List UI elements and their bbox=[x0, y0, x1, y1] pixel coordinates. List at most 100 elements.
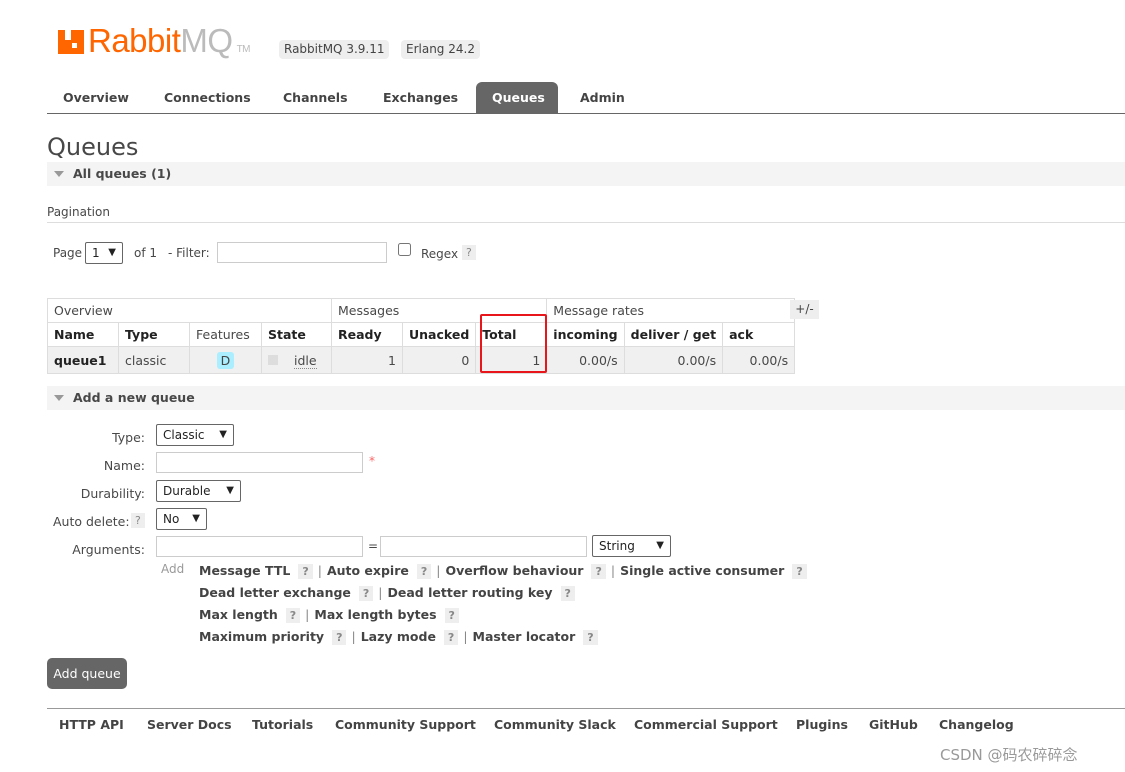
col-ack[interactable]: ack bbox=[722, 322, 796, 347]
table-row[interactable]: queue1 classic D idle 1 0 1 0.00/s 0.00/… bbox=[47, 346, 796, 374]
argument-shortcut-link[interactable]: Overflow behaviour bbox=[445, 563, 583, 578]
auto-delete-help-icon[interactable]: ? bbox=[131, 513, 145, 528]
queues-table: Overview Messages Message rates Name Typ… bbox=[47, 298, 796, 374]
separator: | bbox=[463, 629, 468, 644]
col-features: Features bbox=[189, 322, 262, 347]
separator: | bbox=[351, 629, 356, 644]
queue-name-input[interactable] bbox=[156, 452, 363, 473]
footer-link-github[interactable]: GitHub bbox=[869, 717, 918, 732]
tab-channels[interactable]: Channels bbox=[267, 82, 364, 113]
queue-type-select[interactable]: Classic ▼ bbox=[156, 424, 234, 446]
help-icon[interactable]: ? bbox=[792, 564, 807, 579]
help-icon[interactable]: ? bbox=[444, 608, 459, 623]
watermark: CSDN @码农碎碎念 bbox=[940, 746, 1078, 764]
col-unacked[interactable]: Unacked bbox=[401, 322, 477, 347]
footer-link-tutorials[interactable]: Tutorials bbox=[252, 717, 313, 732]
footer-link-community-support[interactable]: Community Support bbox=[335, 717, 476, 732]
argument-type-select[interactable]: String ▼ bbox=[592, 535, 671, 557]
argument-key-input[interactable] bbox=[156, 536, 363, 557]
queue-type: classic bbox=[118, 346, 190, 374]
footer-divider bbox=[47, 708, 1125, 709]
help-icon[interactable]: ? bbox=[332, 630, 347, 645]
all-queues-section-toggle[interactable]: All queues (1) bbox=[47, 162, 1125, 186]
argument-shortcut-link[interactable]: Master locator bbox=[473, 629, 576, 644]
col-deliver-get[interactable]: deliver / get bbox=[623, 322, 724, 347]
argument-shortcut-link[interactable]: Lazy mode bbox=[361, 629, 436, 644]
chevron-down-icon: ▼ bbox=[656, 540, 664, 551]
argument-shortcut-link[interactable]: Max length bytes bbox=[314, 607, 436, 622]
argument-shortcuts-line: Dead letter exchange? | Dead letter routin… bbox=[199, 585, 575, 601]
col-type[interactable]: Type bbox=[118, 322, 190, 347]
help-icon[interactable]: ? bbox=[443, 630, 459, 645]
argument-shortcut-link[interactable]: Maximum priority bbox=[199, 629, 324, 644]
equals-sign: = bbox=[368, 539, 379, 553]
help-icon[interactable]: ? bbox=[560, 586, 575, 601]
help-icon[interactable]: ? bbox=[416, 564, 432, 579]
add-queue-button[interactable]: Add queue bbox=[47, 658, 127, 689]
regex-help-icon[interactable]: ? bbox=[462, 245, 476, 260]
ready-count: 1 bbox=[331, 346, 403, 374]
page-select[interactable]: 1 ▼ bbox=[85, 242, 123, 264]
table-column-header: Name Type Features State Ready Unacked T… bbox=[47, 322, 796, 347]
columns-toggle-button[interactable]: +/- bbox=[790, 300, 819, 319]
tabs-divider bbox=[47, 113, 1125, 114]
argument-shortcuts-line: Maximum priority? | Lazy mode? | Master loca… bbox=[199, 629, 598, 645]
filter-label: - Filter: bbox=[168, 246, 210, 260]
argument-shortcuts-line: Max length? | Max length bytes? bbox=[199, 607, 459, 623]
tab-connections[interactable]: Connections bbox=[148, 82, 267, 113]
argument-shortcut-link[interactable]: Auto expire bbox=[327, 563, 409, 578]
collapse-triangle-icon bbox=[54, 395, 64, 401]
erlang-badge: Erlang 24.2 bbox=[401, 40, 480, 59]
col-incoming[interactable]: incoming bbox=[546, 322, 625, 347]
footer-link-http-api[interactable]: HTTP API bbox=[59, 717, 124, 732]
auto-delete-select[interactable]: No ▼ bbox=[156, 508, 207, 530]
argument-shortcut-link[interactable]: Message TTL bbox=[199, 563, 290, 578]
argument-value-input[interactable] bbox=[380, 536, 587, 557]
chevron-down-icon: ▼ bbox=[219, 429, 227, 440]
help-icon[interactable]: ? bbox=[285, 608, 301, 623]
pagination-label: Pagination bbox=[47, 205, 110, 219]
collapse-triangle-icon bbox=[54, 171, 64, 177]
argument-shortcut-link[interactable]: Dead letter exchange bbox=[199, 585, 351, 600]
argument-shortcut-link[interactable]: Single active consumer bbox=[620, 563, 784, 578]
footer-link-changelog[interactable]: Changelog bbox=[939, 717, 1014, 732]
help-icon[interactable]: ? bbox=[358, 586, 374, 601]
argument-shortcut-link[interactable]: Max length bbox=[199, 607, 278, 622]
pagination-divider bbox=[47, 222, 1125, 223]
footer-link-server-docs[interactable]: Server Docs bbox=[147, 717, 232, 732]
tab-queues[interactable]: Queues bbox=[476, 82, 558, 113]
tab-admin[interactable]: Admin bbox=[564, 82, 641, 113]
tab-exchanges[interactable]: Exchanges bbox=[367, 82, 474, 113]
rabbitmq-logo: RabbitMQ TM bbox=[58, 22, 251, 60]
footer-link-community-slack[interactable]: Community Slack bbox=[494, 717, 616, 732]
durability-select[interactable]: Durable ▼ bbox=[156, 480, 241, 502]
regex-checkbox[interactable] bbox=[398, 243, 411, 256]
page-title: Queues bbox=[47, 133, 139, 161]
chevron-down-icon: ▼ bbox=[226, 485, 234, 496]
chevron-down-icon: ▼ bbox=[192, 513, 200, 524]
help-icon[interactable]: ? bbox=[583, 630, 598, 645]
group-overview: Overview bbox=[47, 298, 332, 323]
add-queue-section-toggle[interactable]: Add a new queue bbox=[47, 386, 1125, 410]
arguments-label: Arguments: bbox=[72, 542, 145, 557]
help-icon[interactable]: ? bbox=[298, 564, 313, 579]
highlight-box bbox=[480, 314, 547, 373]
group-message-rates: Message rates bbox=[546, 298, 796, 323]
page-count: of 1 bbox=[134, 246, 158, 260]
filter-input[interactable] bbox=[217, 242, 387, 263]
regex-label: Regex bbox=[421, 247, 459, 261]
col-state[interactable]: State bbox=[261, 322, 332, 347]
argument-shortcut-link[interactable]: Dead letter routing key bbox=[388, 585, 553, 600]
help-icon[interactable]: ? bbox=[591, 564, 606, 579]
tab-overview[interactable]: Overview bbox=[47, 82, 145, 113]
state-indicator-icon bbox=[268, 354, 278, 365]
footer-link-plugins[interactable]: Plugins bbox=[796, 717, 848, 732]
separator: | bbox=[610, 563, 616, 578]
col-ready[interactable]: Ready bbox=[331, 322, 403, 347]
col-name[interactable]: Name bbox=[47, 322, 119, 347]
add-argument-link[interactable]: Add bbox=[161, 562, 184, 576]
footer-link-commercial-support[interactable]: Commercial Support bbox=[634, 717, 778, 732]
durable-feature-badge: D bbox=[216, 351, 235, 369]
queue-state: idle bbox=[294, 352, 317, 369]
queue-name-link[interactable]: queue1 bbox=[47, 346, 119, 374]
